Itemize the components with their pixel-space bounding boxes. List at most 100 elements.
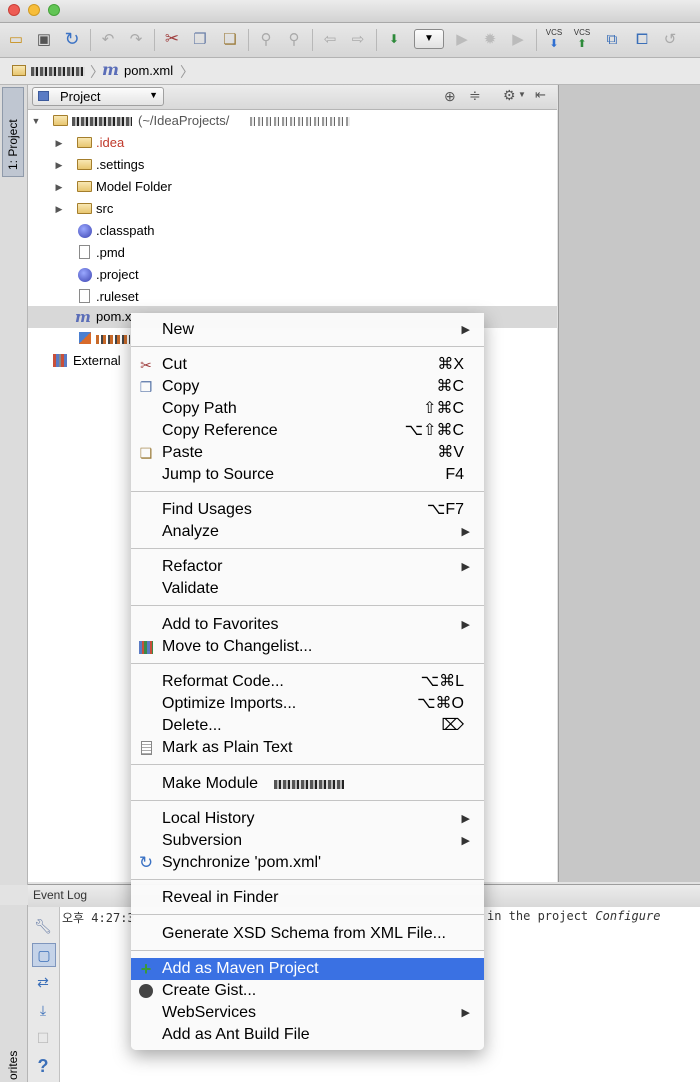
menu-label: Jump to Source <box>162 466 275 483</box>
tree-item-label: pom.x <box>96 309 132 324</box>
settings-wrench-icon[interactable]: 🔧︎ <box>32 915 54 937</box>
scroll-from-source-icon[interactable]: ⊕ <box>444 88 456 105</box>
coverage-icon[interactable]: ▶ <box>508 29 528 49</box>
menu-item-reveal-in-finder[interactable]: Reveal in Finder <box>131 887 484 909</box>
menu-label: Copy Path <box>162 400 237 417</box>
menu-label: Local History <box>162 810 255 827</box>
collapsed-arrow-icon[interactable]: ▶ <box>53 198 65 220</box>
menu-item-jump-to-source[interactable]: Jump to Source F4 <box>131 464 484 486</box>
cut-icon[interactable]: ✂ <box>162 29 182 49</box>
paste-icon: ❏ <box>139 445 153 461</box>
tree-item-settings[interactable]: ▶ .settings <box>28 154 557 176</box>
tab-favorites[interactable]: orites <box>6 1051 20 1080</box>
menu-item-delete[interactable]: Delete... ⌦ <box>131 715 484 737</box>
menu-label: Reformat Code... <box>162 673 284 690</box>
save-icon[interactable]: ▣ <box>34 29 54 49</box>
vcs-commit-icon[interactable]: VCS ⬆ <box>572 28 592 50</box>
tab-project[interactable]: 1: Project <box>2 87 24 177</box>
replace-icon[interactable]: ⚲ <box>284 29 304 49</box>
close-window-button[interactable] <box>8 4 20 16</box>
menu-item-validate[interactable]: Validate <box>131 578 484 600</box>
menu-item-copy-reference[interactable]: Copy Reference ⌥⇧⌘C <box>131 420 484 442</box>
submenu-arrow-icon: ▶ <box>461 619 470 631</box>
project-tab-label: 1: Project <box>6 119 20 170</box>
menu-item-analyze[interactable]: Analyze ▶ <box>131 521 484 543</box>
scroll-to-end-icon[interactable]: ⇄ <box>32 971 54 993</box>
shortcut: ⌘C <box>436 378 464 395</box>
menu-item-synchronize[interactable]: ↻ Synchronize 'pom.xml' <box>131 852 484 874</box>
vcs-history-icon[interactable]: ⧉ <box>602 29 622 49</box>
menu-item-reformat-code[interactable]: Reformat Code... ⌥⌘L <box>131 671 484 693</box>
menu-item-move-to-changelist[interactable]: Move to Changelist... <box>131 636 484 658</box>
tree-item-idea[interactable]: ▶ .idea <box>28 132 557 154</box>
menu-item-cut[interactable]: ✂ Cut ⌘X <box>131 354 484 376</box>
paste-icon[interactable]: ❏ <box>220 29 240 49</box>
menu-item-add-as-ant-build-file[interactable]: Add as Ant Build File <box>131 1024 484 1046</box>
menu-label: Subversion <box>162 832 243 849</box>
menu-item-copy-path[interactable]: Copy Path ⇧⌘C <box>131 398 484 420</box>
chevron-down-icon[interactable]: ▼ <box>518 90 526 99</box>
undo-icon[interactable]: ↶ <box>98 29 118 49</box>
menu-item-paste[interactable]: ❏ Paste ⌘V <box>131 442 484 464</box>
tree-root[interactable]: ▼ (~/IdeaProjects/ <box>28 110 557 132</box>
menu-item-generate-xsd[interactable]: Generate XSD Schema from XML File... <box>131 923 484 945</box>
project-name-redacted[interactable] <box>31 67 85 76</box>
menu-item-mark-as-plain-text[interactable]: Mark as Plain Text <box>131 737 484 759</box>
menu-item-new[interactable]: New ▶ <box>131 319 484 341</box>
breadcrumb-file[interactable]: pom.xml <box>124 63 173 78</box>
tree-item-src[interactable]: ▶ src <box>28 198 557 220</box>
hide-panel-icon[interactable]: ⇤ <box>535 87 546 103</box>
project-view-selector[interactable]: Project ▼ <box>32 87 164 106</box>
copy-icon[interactable]: ❐ <box>190 29 210 49</box>
menu-item-local-history[interactable]: Local History ▶ <box>131 808 484 830</box>
vcs-compare-icon[interactable]: ⧠ <box>632 29 652 49</box>
window-title-bar <box>0 0 700 23</box>
eclipse-file-icon <box>78 268 92 282</box>
tree-item-classpath[interactable]: .classpath <box>28 220 557 242</box>
editor-area <box>558 85 700 882</box>
tree-item-model-folder[interactable]: ▶ Model Folder <box>28 176 557 198</box>
gear-icon[interactable]: ⚙ <box>503 87 516 104</box>
menu-item-add-as-maven-project[interactable]: + Add as Maven Project <box>131 958 484 980</box>
collapsed-arrow-icon[interactable]: ▶ <box>53 132 65 154</box>
vcs-update-icon[interactable]: VCS ⬇ <box>544 28 564 50</box>
help-icon[interactable]: ? <box>32 1055 54 1077</box>
menu-label: Generate XSD Schema from XML File... <box>162 925 446 942</box>
menu-item-subversion[interactable]: Subversion ▶ <box>131 830 484 852</box>
debug-icon[interactable]: ✹ <box>480 29 500 49</box>
find-icon[interactable]: ⚲ <box>256 29 276 49</box>
menu-item-find-usages[interactable]: Find Usages ⌥F7 <box>131 499 484 521</box>
zoom-window-button[interactable] <box>48 4 60 16</box>
menu-item-copy[interactable]: ❐ Copy ⌘C <box>131 376 484 398</box>
sync-icon[interactable]: ↻ <box>62 29 82 49</box>
clear-all-icon[interactable]: ☐ <box>32 1027 54 1049</box>
run-config-dropdown[interactable]: ▼ <box>414 29 444 49</box>
menu-item-add-to-favorites[interactable]: Add to Favorites ▶ <box>131 614 484 636</box>
minimize-window-button[interactable] <box>28 4 40 16</box>
expanded-arrow-icon[interactable]: ▼ <box>30 110 42 132</box>
soft-wrap-icon[interactable]: ⤓ <box>32 999 54 1021</box>
menu-item-optimize-imports[interactable]: Optimize Imports... ⌥⌘O <box>131 693 484 715</box>
back-icon[interactable]: ⇦ <box>320 29 340 49</box>
menu-item-make-module[interactable]: Make Module <box>131 773 484 795</box>
balloon-icon[interactable]: ▢ <box>32 943 56 967</box>
left-tool-stripe-bottom: orites <box>0 905 28 1082</box>
vcs-revert-icon[interactable]: ↺ <box>660 29 680 49</box>
redo-icon[interactable]: ↷ <box>126 29 146 49</box>
forward-icon[interactable]: ⇨ <box>348 29 368 49</box>
breadcrumb: 〉 m pom.xml 〉 <box>0 58 700 85</box>
collapse-all-icon[interactable]: ≑ <box>469 87 481 104</box>
collapsed-arrow-icon[interactable]: ▶ <box>53 154 65 176</box>
tree-item-pmd[interactable]: .pmd <box>28 242 557 264</box>
menu-item-webservices[interactable]: WebServices ▶ <box>131 1002 484 1024</box>
menu-item-refactor[interactable]: Refactor ▶ <box>131 556 484 578</box>
configure-link[interactable]: Configure <box>595 909 660 923</box>
tree-item-project[interactable]: .project <box>28 264 557 286</box>
open-folder-icon[interactable]: ▭ <box>6 29 26 49</box>
run-icon[interactable]: ▶ <box>452 29 472 49</box>
event-message: in the project Configure <box>487 909 660 923</box>
make-project-icon[interactable]: ⬇ <box>384 29 404 49</box>
menu-item-create-gist[interactable]: Create Gist... <box>131 980 484 1002</box>
collapsed-arrow-icon[interactable]: ▶ <box>53 176 65 198</box>
tree-item-ruleset[interactable]: .ruleset <box>28 286 557 308</box>
